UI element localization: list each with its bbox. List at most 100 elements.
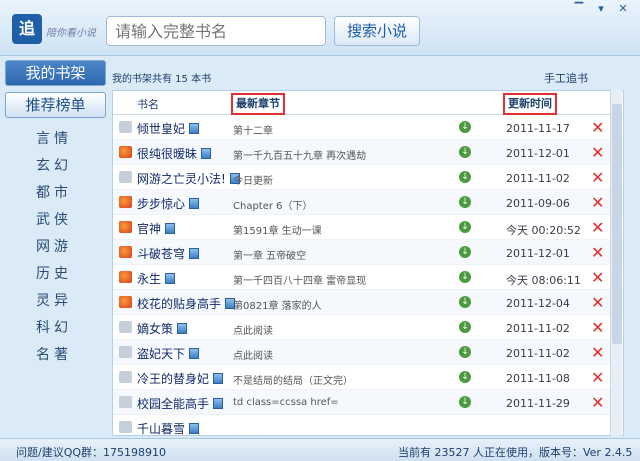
users-status: 当前有 23527 人正在使用，版本号：Ver 2.4.5 [398, 446, 633, 459]
book-title[interactable]: 校园全能高手 [137, 395, 224, 412]
latest-chapter[interactable]: 第一章 五帝破空 [233, 247, 306, 262]
book-info-icon[interactable] [189, 198, 200, 209]
download-icon[interactable]: ↓ [459, 396, 471, 408]
delete-icon[interactable]: ✕ [591, 318, 604, 337]
book-info-icon[interactable] [189, 123, 200, 134]
download-icon[interactable]: ↓ [459, 221, 471, 233]
scrollbar[interactable] [610, 90, 622, 436]
close-icon[interactable]: ✕ [614, 2, 632, 16]
table-row[interactable]: 倾世皇妃 第十二章 ↓ 2011-11-17 ✕ [113, 115, 623, 140]
download-icon[interactable]: ↓ [459, 196, 471, 208]
delete-icon[interactable]: ✕ [591, 143, 604, 162]
book-title[interactable]: 嫡女策 [137, 320, 188, 337]
book-icon [119, 171, 132, 183]
book-info-icon[interactable] [165, 273, 176, 284]
delete-icon[interactable]: ✕ [591, 218, 604, 237]
book-title[interactable]: 盗妃天下 [137, 345, 200, 362]
minimize-icon[interactable]: ▔ [570, 2, 588, 16]
book-title[interactable]: 冷王的替身妃 [137, 370, 224, 387]
table-row[interactable]: 校园全能高手 td class=ccssa href= ↓ 2011-11-29 ✕ [113, 390, 623, 415]
latest-chapter[interactable]: 不是结局的结局（正文完） [233, 372, 353, 387]
book-title[interactable]: 倾世皇妃 [137, 120, 200, 137]
delete-icon[interactable]: ✕ [591, 268, 604, 287]
table-row[interactable]: 官神 第1591章 生动一课 ↓ 今天 00:20:52 ✕ [113, 215, 623, 240]
book-icon [119, 371, 132, 383]
search-input[interactable] [106, 16, 326, 46]
delete-icon[interactable]: ✕ [591, 168, 604, 187]
category-urban[interactable]: 都市 [36, 182, 72, 202]
book-info-icon[interactable] [189, 348, 200, 359]
category-game[interactable]: 网游 [36, 236, 72, 256]
delete-icon[interactable]: ✕ [591, 243, 604, 262]
download-icon[interactable]: ↓ [459, 146, 471, 158]
search-button[interactable]: 搜索小说 [334, 16, 420, 46]
download-icon[interactable]: ↓ [459, 246, 471, 258]
delete-icon[interactable]: ✕ [591, 293, 604, 312]
download-icon[interactable]: ↓ [459, 271, 471, 283]
latest-chapter[interactable]: 第1591章 生动一课 [233, 222, 322, 237]
book-info-icon[interactable] [165, 223, 176, 234]
category-supernatural[interactable]: 灵异 [36, 290, 72, 310]
latest-chapter[interactable]: 第0821章 落家的人 [233, 297, 322, 312]
book-info-icon[interactable] [201, 148, 212, 159]
latest-chapter[interactable]: 第一千四百八十四章 雷帝显现 [233, 272, 366, 287]
latest-chapter[interactable]: 第一千九百五十九章 再次遇劫 [233, 147, 366, 162]
category-romance[interactable]: 言情 [36, 128, 72, 148]
download-icon[interactable]: ↓ [459, 346, 471, 358]
book-title[interactable]: 步步惊心 [137, 195, 200, 212]
category-history[interactable]: 历史 [36, 263, 72, 283]
book-title[interactable]: 校花的贴身高手 [137, 295, 236, 312]
tab-recommend[interactable]: 推荐榜单 [5, 92, 106, 118]
table-row[interactable]: 很纯很暧昧 第一千九百五十九章 再次遇劫 ↓ 2011-12-01 ✕ [113, 140, 623, 165]
download-icon[interactable]: ↓ [459, 296, 471, 308]
tab-my-shelf[interactable]: 我的书架 [5, 60, 106, 86]
latest-chapter[interactable]: Chapter 6（下） [233, 197, 313, 212]
manual-track-link[interactable]: 手工追书 [544, 70, 588, 86]
latest-chapter[interactable]: 点此阅读 [233, 322, 273, 337]
category-fantasy[interactable]: 玄幻 [36, 155, 72, 175]
book-title[interactable]: 很纯很暧昧 [137, 145, 212, 162]
book-info-icon[interactable] [177, 323, 188, 334]
table-row[interactable]: 冷王的替身妃 不是结局的结局（正文完） ↓ 2011-11-08 ✕ [113, 365, 623, 390]
table-row[interactable]: 嫡女策 点此阅读 ↓ 2011-11-02 ✕ [113, 315, 623, 340]
download-icon[interactable]: ↓ [459, 371, 471, 383]
delete-icon[interactable]: ✕ [591, 193, 604, 212]
book-info-icon[interactable] [189, 248, 200, 259]
update-time: 2011-12-04 [506, 297, 570, 310]
book-info-icon[interactable] [213, 373, 224, 384]
book-title[interactable]: 永生 [137, 270, 176, 287]
download-icon[interactable]: ↓ [459, 171, 471, 183]
book-title[interactable]: 千山暮雪 [137, 420, 200, 435]
column-name: 书名 [137, 98, 159, 111]
table-row[interactable]: 斗破苍穹 第一章 五帝破空 ↓ 2011-12-01 ✕ [113, 240, 623, 265]
delete-icon[interactable]: ✕ [591, 343, 604, 362]
book-info-icon[interactable] [189, 423, 200, 434]
table-row[interactable]: 永生 第一千四百八十四章 雷帝显现 ↓ 今天 08:06:11 ✕ [113, 265, 623, 290]
book-title[interactable]: 官神 [137, 220, 176, 237]
book-info-icon[interactable] [213, 398, 224, 409]
table-row[interactable]: 步步惊心 Chapter 6（下） ↓ 2011-09-06 ✕ [113, 190, 623, 215]
table-row[interactable]: 千山暮雪 [113, 415, 623, 435]
category-scifi[interactable]: 科幻 [36, 317, 72, 337]
delete-icon[interactable]: ✕ [591, 393, 604, 412]
table-row[interactable]: 网游之亡灵小法! 今日更新 ↓ 2011-11-02 ✕ [113, 165, 623, 190]
update-book-icon [119, 296, 132, 308]
book-title[interactable]: 网游之亡灵小法! [137, 170, 240, 187]
category-wuxia[interactable]: 武侠 [36, 209, 72, 229]
latest-chapter[interactable]: 点此阅读 [233, 347, 273, 362]
book-icon [119, 396, 132, 408]
menu-icon[interactable]: ▾ [592, 2, 610, 16]
latest-chapter[interactable]: td class=ccssa href= [233, 397, 339, 408]
category-classics[interactable]: 名著 [36, 344, 72, 364]
download-icon[interactable]: ↓ [459, 121, 471, 133]
book-title[interactable]: 斗破苍穹 [137, 245, 200, 262]
table-row[interactable]: 盗妃天下 点此阅读 ↓ 2011-11-02 ✕ [113, 340, 623, 365]
latest-chapter[interactable]: 今日更新 [233, 172, 273, 187]
table-row[interactable]: 校花的贴身高手 第0821章 落家的人 ↓ 2011-12-04 ✕ [113, 290, 623, 315]
delete-icon[interactable]: ✕ [591, 118, 604, 137]
download-icon[interactable]: ↓ [459, 321, 471, 333]
latest-chapter[interactable]: 第十二章 [233, 122, 273, 137]
scroll-thumb[interactable] [612, 104, 622, 344]
update-time: 2011-11-29 [506, 397, 570, 410]
delete-icon[interactable]: ✕ [591, 368, 604, 387]
